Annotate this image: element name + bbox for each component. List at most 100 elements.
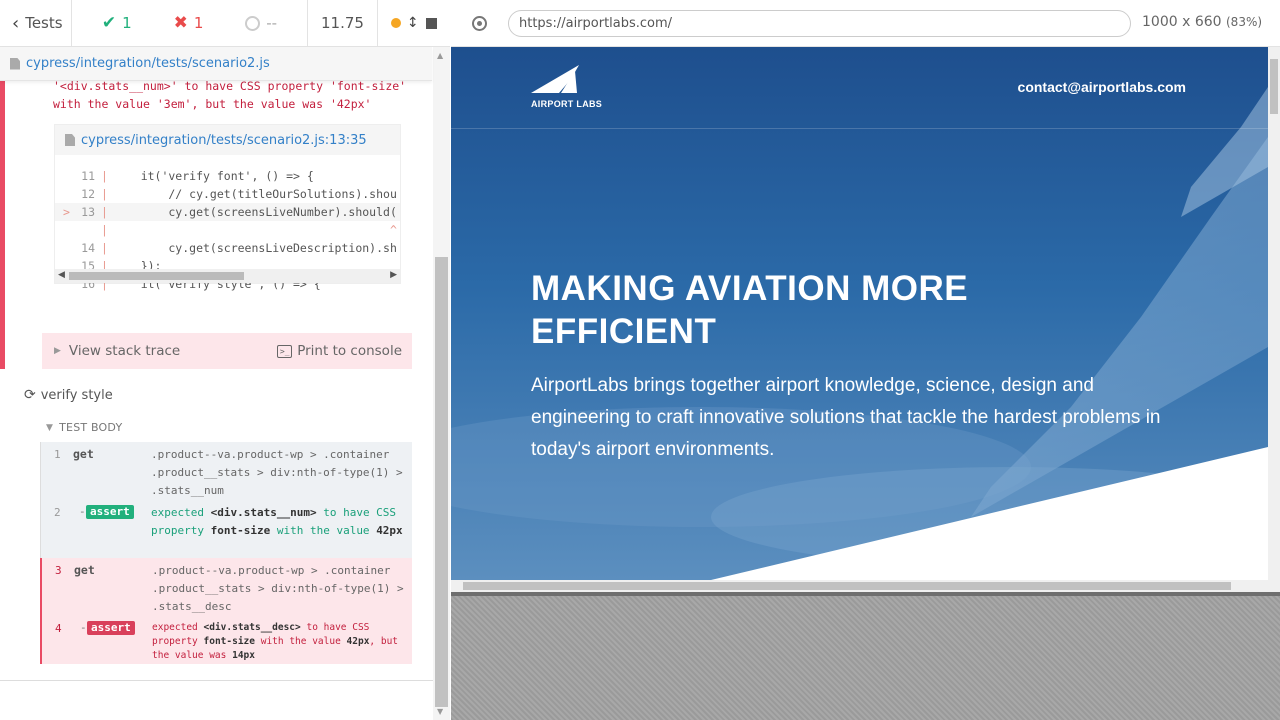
url-field[interactable]: https://airportlabs.com/: [508, 10, 1131, 37]
line-gutter: |: [101, 187, 108, 201]
command-name: get: [73, 447, 94, 461]
reporter-scroll-thumb[interactable]: [435, 257, 448, 707]
code-frame-scrollbar[interactable]: ◀ ▶: [55, 269, 400, 283]
code-frame-header: cypress/integration/tests/scenario2.js:1…: [55, 125, 400, 155]
msg-actual: 14px: [232, 650, 255, 661]
tests-label: Tests: [25, 14, 63, 32]
scroll-down-icon[interactable]: ▼: [437, 707, 443, 716]
scroll-right-icon[interactable]: ▶: [390, 270, 397, 280]
command-number: 4: [55, 622, 62, 635]
error-message-line: with the value '3em', but the value was …: [53, 97, 372, 111]
command-row[interactable]: 2 - assert expected <div.stats__num> to …: [41, 500, 412, 558]
terminal-icon: >_: [277, 344, 293, 358]
command-name: get: [74, 563, 95, 577]
code-line-highlighted: >13 | cy.get(screensLiveNumber).should(: [55, 203, 400, 221]
code-line: | ^: [55, 221, 400, 239]
command-row-failed[interactable]: 3 get .product--va.product-wp > .contain…: [40, 558, 412, 616]
line-gutter: |: [101, 223, 108, 237]
reporter-panel: ‹ Tests ✔ 1 ✖ 1 -- 11.75 ↕ cypress/integ…: [0, 0, 450, 720]
app-under-test-frame: AIRPORT LABS contact@airportlabs.com MAK…: [451, 47, 1268, 580]
print-to-console-button[interactable]: >_ Print to console: [277, 343, 412, 359]
failed-count: 1: [193, 14, 204, 32]
site-logo-text[interactable]: AIRPORT LABS: [531, 99, 602, 109]
test-title-verify-style[interactable]: ⟳ verify style: [24, 387, 113, 403]
aut-horizontal-scrollbar[interactable]: [451, 580, 1280, 592]
aut-vertical-scrollbar[interactable]: [1268, 47, 1280, 580]
assert-pass-badge: assert: [86, 505, 134, 519]
chevron-left-icon: ‹: [12, 12, 20, 34]
viewport-scale: (83%): [1226, 15, 1263, 29]
spec-file-link[interactable]: cypress/integration/tests/scenario2.js: [26, 56, 270, 71]
file-icon: [65, 134, 75, 146]
command-number: 3: [55, 564, 62, 577]
site-contact-link[interactable]: contact@airportlabs.com: [1018, 79, 1186, 95]
stop-icon[interactable]: [426, 17, 438, 29]
view-stack-trace-toggle[interactable]: ▶ View stack trace: [42, 343, 277, 359]
code-line: 12 | // cy.get(titleOurSolutions).shou: [55, 185, 400, 203]
line-gutter: |: [101, 205, 108, 219]
pending-stat: --: [245, 14, 277, 32]
assert-fail-badge: assert: [87, 621, 135, 635]
pending-circle-icon: [245, 15, 261, 31]
code-frame-scroll-thumb[interactable]: [69, 272, 244, 280]
passed-count: 1: [122, 14, 132, 32]
site-subtext: AirportLabs brings together airport know…: [531, 375, 1161, 460]
msg-subject: <div.stats__desc>: [203, 622, 301, 633]
running-dot-icon: [390, 18, 401, 28]
command-row-failed[interactable]: 4 - assert expected <div.stats__desc> to…: [40, 616, 412, 664]
msg-with: with the value: [260, 636, 341, 647]
reporter-scroll-area: '<div.stats__num>' to have CSS property …: [0, 81, 432, 681]
line-code: // cy.get(titleOurSolutions).shou: [113, 187, 397, 201]
scroll-left-icon[interactable]: ◀: [58, 270, 65, 280]
command-message: .product--va.product-wp > .container .pr…: [151, 448, 403, 497]
passed-stat: ✔ 1: [102, 13, 132, 33]
viewport-info[interactable]: 1000 x 660 (83%): [1142, 14, 1262, 30]
print-to-console-label: Print to console: [297, 343, 402, 359]
reporter-header: ‹ Tests ✔ 1 ✖ 1 -- 11.75 ↕: [0, 0, 450, 47]
selector-playground-icon[interactable]: [472, 16, 487, 31]
msg-subject: <div.stats__num>: [210, 506, 317, 519]
error-message: '<div.stats__num>' to have CSS property …: [53, 81, 432, 113]
line-number: 12: [81, 187, 95, 201]
caret-right-icon: ▶: [54, 346, 61, 356]
msg-property: font-size: [210, 524, 271, 537]
command-dash: -: [79, 505, 86, 518]
aut-vertical-scroll-thumb[interactable]: [1270, 59, 1278, 114]
aut-empty-area: [451, 592, 1280, 720]
msg-expected: expected: [151, 506, 204, 519]
msg-with: with the value: [276, 524, 370, 537]
reporter-divider: [0, 680, 433, 681]
tests-back-button[interactable]: ‹ Tests: [0, 0, 72, 47]
site-header-divider: [451, 128, 1268, 129]
test-body-label: TEST BODY: [59, 421, 123, 434]
run-controls: ↕: [378, 0, 450, 47]
refresh-icon: ⟳: [24, 387, 36, 403]
file-icon: [10, 57, 20, 70]
msg-expected: expected: [152, 622, 198, 633]
code-line: 11 | it('verify font', () => {: [55, 167, 400, 185]
line-gutter: |: [101, 169, 108, 183]
error-message-line: '<div.stats__num>' to have CSS property …: [53, 81, 407, 93]
command-row[interactable]: 1 get .product--va.product-wp > .contain…: [41, 442, 412, 500]
command-dash: -: [80, 621, 87, 634]
line-number: 13: [81, 205, 95, 219]
viewport-dimensions: 1000 x 660: [1142, 14, 1222, 30]
auto-scroll-toggle[interactable]: ↕: [390, 15, 419, 31]
scroll-up-icon[interactable]: ▲: [437, 51, 443, 60]
command-number: 2: [54, 506, 61, 519]
line-number: 11: [81, 169, 95, 183]
aut-empty-area-edge: [451, 592, 1280, 596]
command-list: 1 get .product--va.product-wp > .contain…: [40, 442, 412, 664]
code-frame-path[interactable]: cypress/integration/tests/scenario2.js:1…: [81, 133, 367, 148]
failed-stat: ✖ 1: [174, 13, 204, 33]
code-line: 14 | cy.get(screensLiveDescription).sh: [55, 239, 400, 257]
scroll-arrows-icon: ↕: [406, 15, 419, 31]
test-title-label: verify style: [40, 387, 113, 403]
reporter-scrollbar[interactable]: ▲ ▼: [433, 47, 450, 720]
aut-horizontal-scroll-thumb[interactable]: [463, 582, 1231, 590]
failed-test-indicator: [0, 81, 5, 369]
test-body-header[interactable]: ▼ TEST BODY: [46, 421, 122, 434]
aut-header: https://airportlabs.com/ 1000 x 660 (83%…: [451, 0, 1280, 47]
command-message: expected <div.stats__desc> to have CSS p…: [152, 621, 407, 663]
line-code: ^: [113, 223, 397, 237]
